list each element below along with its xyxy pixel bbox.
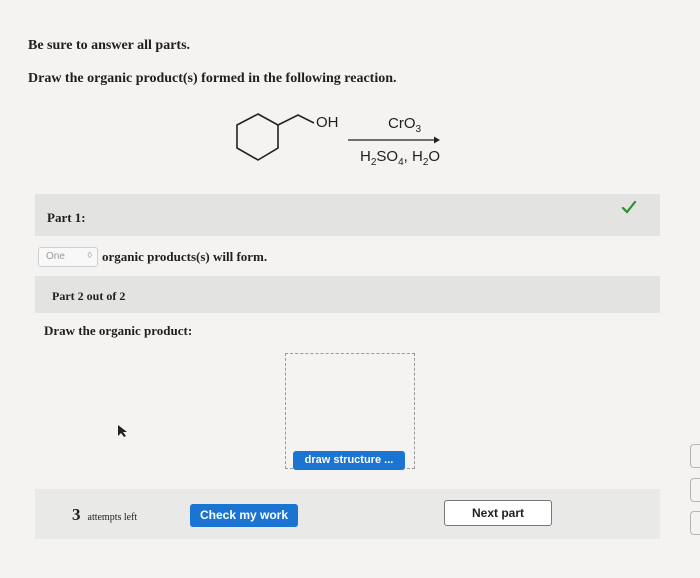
part2-header: Part 2 out of 2 [35,276,660,313]
part2-prompt: Draw the organic product: [44,323,193,338]
instruction-text: Be sure to answer all parts. [28,38,191,53]
attempts-label: attempts left [87,512,138,523]
hydroxyl-label: OH [316,114,339,131]
reaction-scheme: OH CrO3 H2SO4, H2O [220,100,460,180]
attempts-indicator: 3 attempts left [72,505,137,525]
select-arrows-icon: ◊ [87,250,92,260]
edge-tab-top[interactable] [690,444,700,468]
product-count-select[interactable]: One ◊ [38,247,98,267]
edge-tab-bottom[interactable] [690,511,700,535]
check-icon [621,200,637,214]
draw-structure-button[interactable]: draw structure ... [293,451,405,470]
part1-header: Part 1: [35,194,660,236]
edge-tab-middle[interactable] [690,478,700,502]
question-prompt: Draw the organic product(s) formed in th… [28,71,397,86]
attempts-count: 3 [72,505,81,524]
reaction-arrow [348,136,440,144]
next-part-button[interactable]: Next part [444,500,552,526]
part1-statement: organic products(s) will form. [102,249,268,264]
cursor-icon [118,425,127,437]
part2-title: Part 2 out of 2 [52,289,126,303]
reagent-bottom: H2SO4, H2O [360,148,441,168]
check-my-work-button[interactable]: Check my work [190,504,298,527]
reagent-top: CrO3 [388,115,422,135]
part1-title: Part 1: [47,210,86,225]
